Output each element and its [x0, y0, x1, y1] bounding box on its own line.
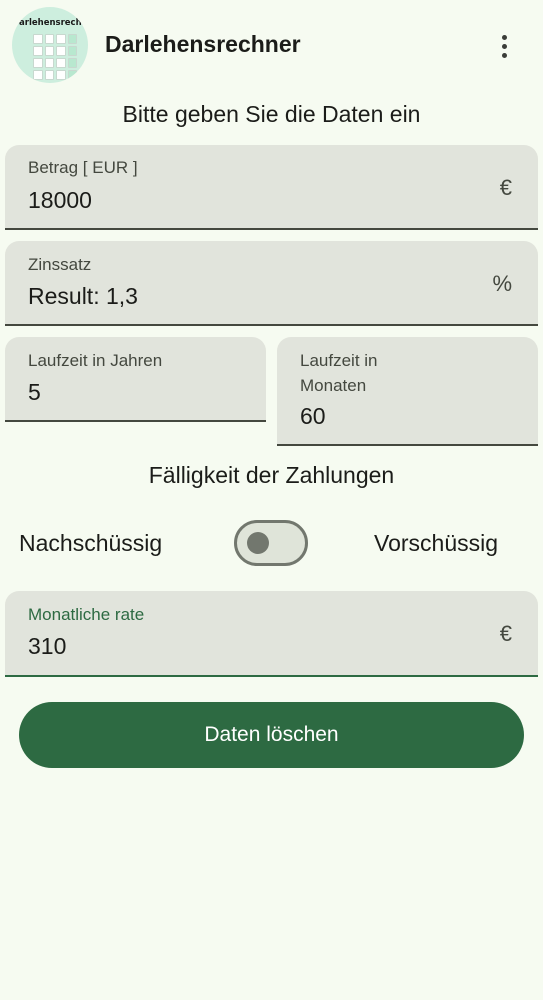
- percent-icon: %: [492, 271, 512, 296]
- monthly-rate-label: Monatliche rate: [28, 605, 145, 624]
- more-vert-icon[interactable]: [490, 30, 518, 62]
- switch-thumb: [247, 532, 269, 554]
- monthly-rate-field[interactable]: Monatliche rate 310 €: [5, 591, 538, 677]
- payment-timing-switch[interactable]: [234, 520, 308, 566]
- interest-field[interactable]: Zinssatz Result: 1,3 %: [5, 241, 538, 326]
- form-heading: Bitte geben Sie die Daten ein: [122, 101, 421, 127]
- interest-label: Zinssatz: [28, 255, 92, 274]
- amount-label: Betrag [ EUR ]: [28, 158, 138, 177]
- vorschuessig-label: Vorschüssig: [374, 530, 499, 556]
- term-months-label-line1: Laufzeit in: [300, 351, 378, 370]
- term-years-field[interactable]: Laufzeit in Jahren 5: [5, 337, 266, 422]
- amount-value[interactable]: 18000: [28, 187, 92, 214]
- euro-icon: €: [499, 175, 512, 200]
- amount-field[interactable]: Betrag [ EUR ] 18000 €: [5, 145, 538, 230]
- term-years-value[interactable]: 5: [28, 379, 41, 406]
- euro-icon: €: [499, 621, 512, 646]
- logo-text: Darlehensrechner: [12, 18, 88, 28]
- logo-calculator-keypad: [33, 34, 77, 80]
- term-months-label-line2: Monaten: [300, 376, 367, 395]
- term-months-field[interactable]: Laufzeit in Monaten 60: [277, 337, 538, 446]
- app-title: Darlehensrechner: [105, 31, 301, 57]
- payment-heading: Fälligkeit der Zahlungen: [148, 462, 395, 488]
- app-bar: Darlehensrechner Darlehensrechner: [0, 0, 543, 92]
- app-logo: Darlehensrechner: [12, 7, 88, 83]
- interest-value[interactable]: Result: 1,3: [28, 283, 138, 310]
- term-months-value[interactable]: 60: [300, 403, 326, 430]
- nachschuessig-label: Nachschüssig: [19, 530, 163, 556]
- clear-data-button[interactable]: Daten löschen: [19, 702, 524, 768]
- term-years-label: Laufzeit in Jahren: [28, 351, 163, 370]
- monthly-rate-value[interactable]: 310: [28, 633, 66, 660]
